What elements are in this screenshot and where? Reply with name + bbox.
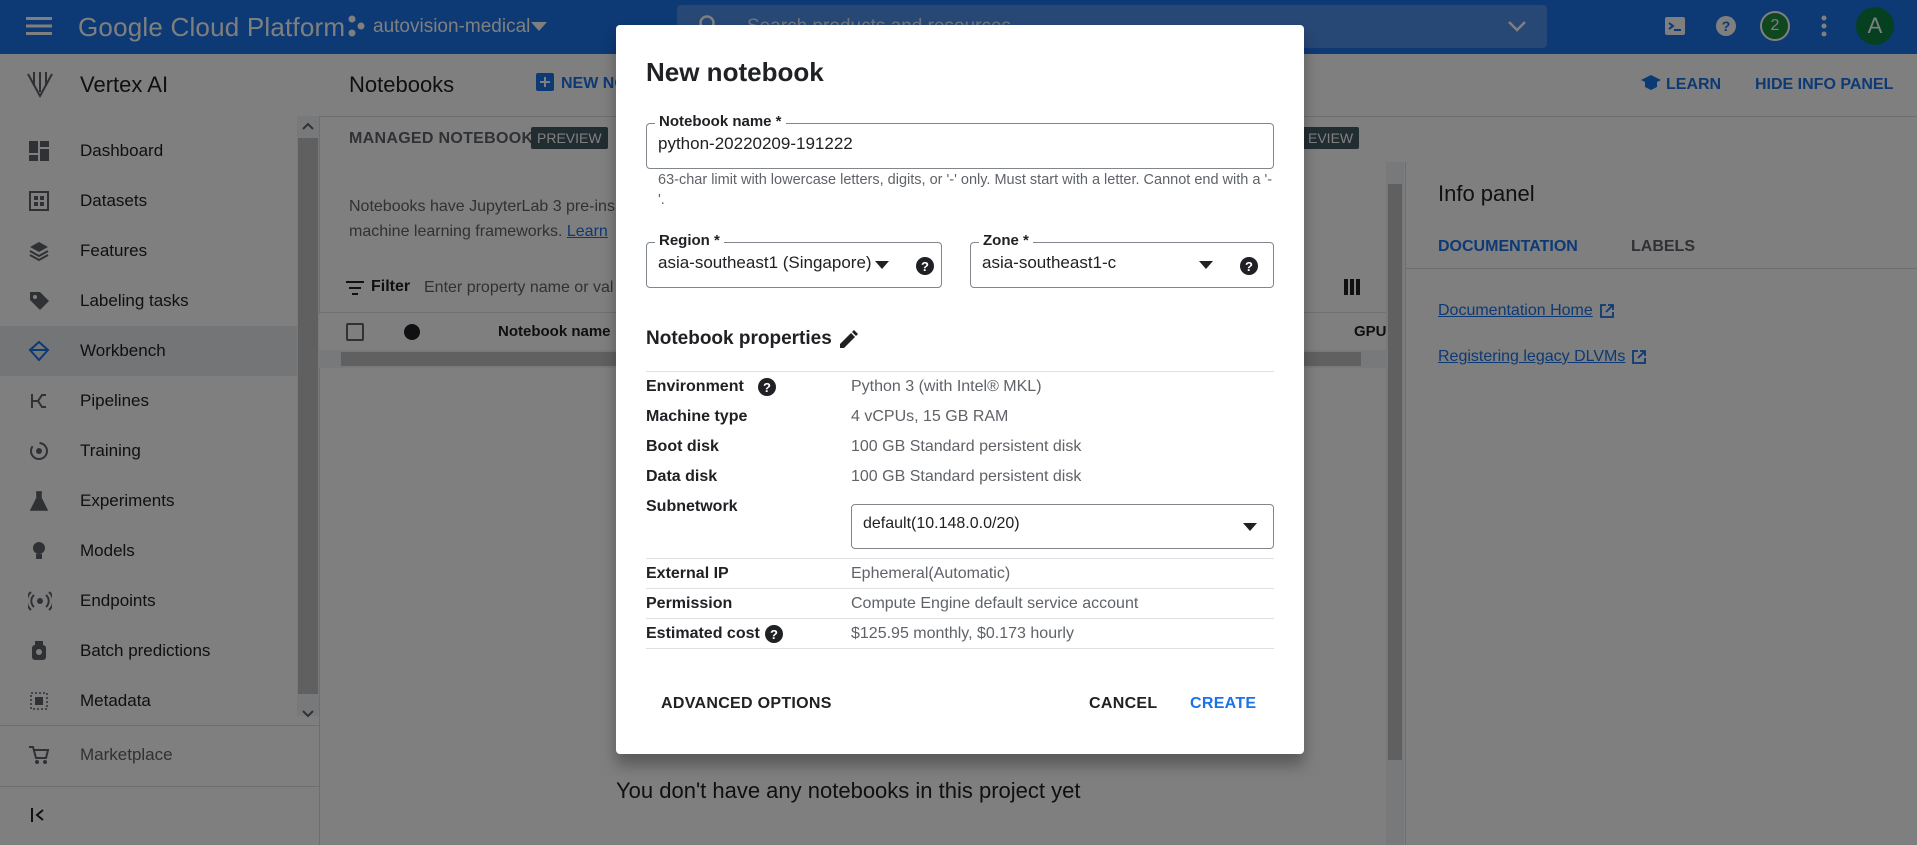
property-data-disk: Data disk 100 GB Standard persistent dis… [646,468,1082,485]
svg-text:?: ? [921,259,929,274]
notebook-name-input[interactable]: python-20220209-191222 [658,134,853,154]
divider [646,648,1274,649]
notebook-name-field[interactable]: Notebook name * python-20220209-191222 [646,113,1274,169]
edit-icon[interactable] [837,329,859,351]
region-value: asia-southeast1 (Singapore) [658,253,872,272]
zone-value: asia-southeast1-c [982,253,1117,272]
notebook-name-hint: 63-char limit with lowercase letters, di… [658,172,1273,208]
create-button[interactable]: CREATE [1190,695,1256,713]
dropdown-arrow-icon [1243,523,1257,531]
help-icon[interactable]: ? [764,624,784,644]
property-estimated-cost: Estimated cost ? $125.95 monthly, $0.173… [646,624,1074,644]
help-icon[interactable]: ? [1239,256,1259,276]
subnetwork-value: default(10.148.0.0/20) [863,515,1020,532]
zone-select[interactable]: Zone * asia-southeast1-c ? [970,232,1274,288]
region-select[interactable]: Region * asia-southeast1 (Singapore) ? [646,232,942,288]
property-permission: Permission Compute Engine default servic… [646,595,1139,612]
property-boot-disk: Boot disk 100 GB Standard persistent dis… [646,438,1082,455]
region-label: Region * [655,232,724,249]
help-icon[interactable]: ? [915,256,935,276]
new-notebook-dialog: New notebook Notebook name * python-2022… [616,25,1304,754]
svg-text:?: ? [770,627,778,642]
subnetwork-select[interactable]: default(10.148.0.0/20) [851,504,1274,549]
notebook-properties-title: Notebook properties [646,328,832,349]
svg-text:?: ? [763,380,771,395]
cancel-button[interactable]: CANCEL [1089,695,1157,713]
property-machine-type: Machine type 4 vCPUs, 15 GB RAM [646,408,1009,425]
zone-label: Zone * [979,232,1033,249]
dropdown-arrow-icon [1199,261,1213,269]
advanced-options-button[interactable]: ADVANCED OPTIONS [661,695,832,713]
property-external-ip: External IP Ephemeral(Automatic) [646,565,1011,582]
property-environment: Environment ? Python 3 (with Intel® MKL) [646,377,1042,397]
svg-text:?: ? [1245,259,1253,274]
dropdown-arrow-icon [875,261,889,269]
help-icon[interactable]: ? [757,377,777,397]
dialog-title: New notebook [646,57,824,87]
notebook-name-label: Notebook name * [655,113,786,130]
